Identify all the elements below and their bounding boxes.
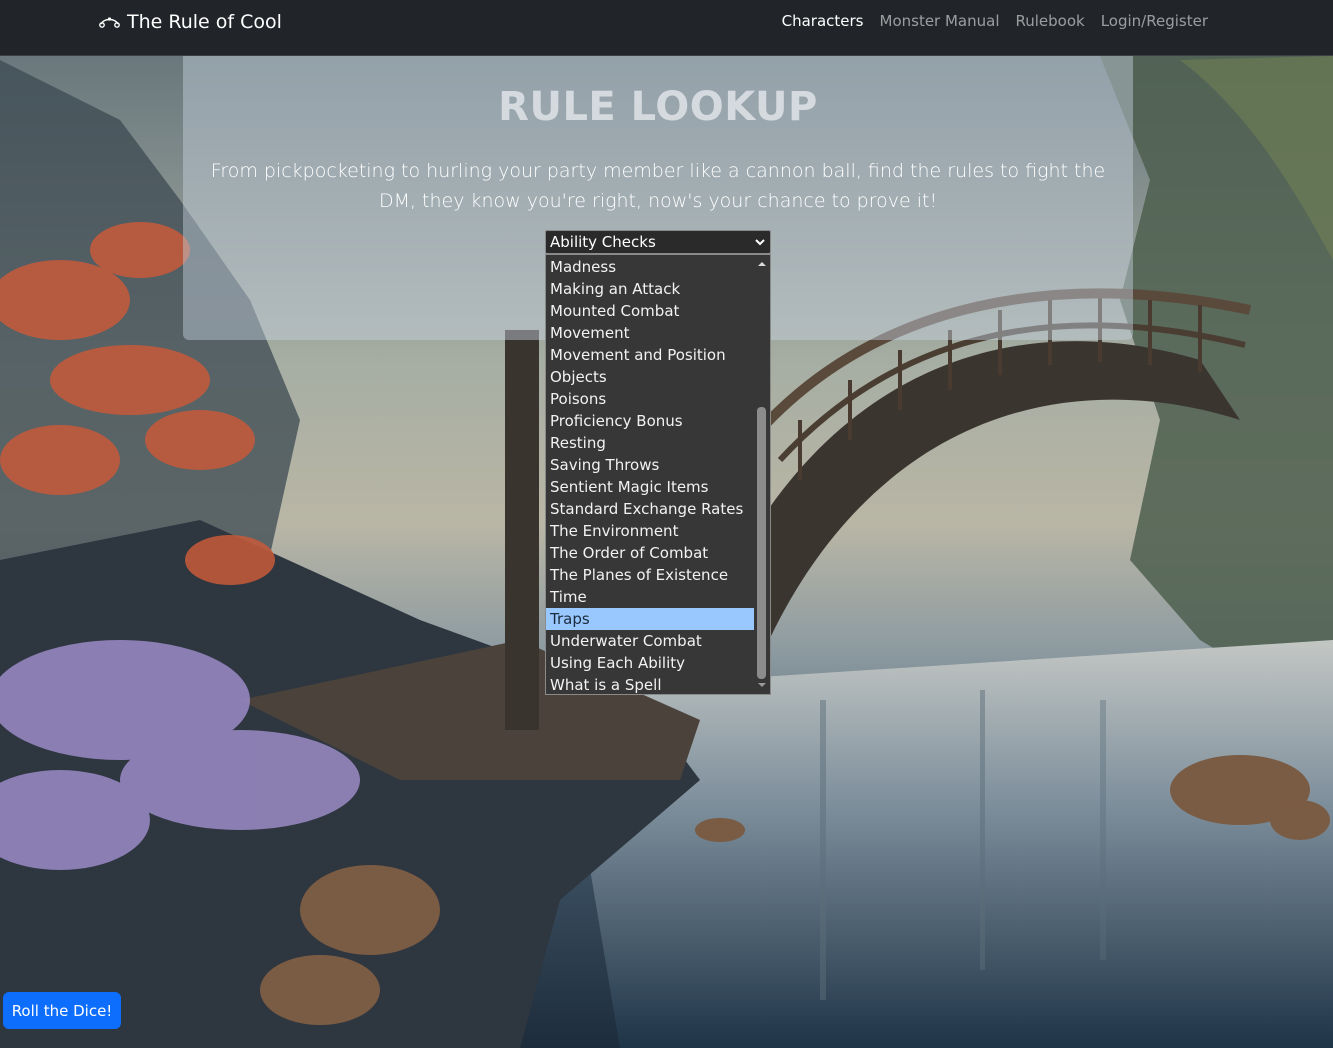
option-making-an-attack[interactable]: Making an Attack [546,278,755,300]
option-the-planes-of-existence[interactable]: The Planes of Existence [546,564,755,586]
option-using-each-ability[interactable]: Using Each Ability [546,652,755,674]
option-madness[interactable]: Madness [546,256,755,278]
dropdown-scrollbar[interactable] [754,255,770,694]
page-subtitle: From pickpocketing to hurling your party… [210,160,1106,212]
rule-options-list[interactable]: Madness Making an Attack Mounted Combat … [545,254,771,695]
option-resting[interactable]: Resting [546,432,755,454]
scrollbar-thumb[interactable] [757,407,766,679]
option-the-order-of-combat[interactable]: The Order of Combat [546,542,755,564]
option-what-is-a-spell[interactable]: What is a Spell [546,674,755,694]
option-sentient-magic-items[interactable]: Sentient Magic Items [546,476,755,498]
option-movement-and-position[interactable]: Movement and Position [546,344,755,366]
chevron-down-icon [755,239,765,246]
option-time[interactable]: Time [546,586,755,608]
rule-options: Madness Making an Attack Mounted Combat … [546,256,755,694]
scroll-up-arrow-icon[interactable] [758,260,766,268]
option-proficiency-bonus[interactable]: Proficiency Bonus [546,410,755,432]
brand-title: The Rule of Cool [127,11,282,33]
option-mounted-combat[interactable]: Mounted Combat [546,300,755,322]
roll-the-dice-button[interactable]: Roll the Dice! [3,992,121,1029]
page-title: RULE LOOKUP [498,84,818,130]
nav-login-register[interactable]: Login/Register [1101,10,1208,32]
option-saving-throws[interactable]: Saving Throws [546,454,755,476]
option-objects[interactable]: Objects [546,366,755,388]
scroll-down-arrow-icon[interactable] [758,681,766,689]
dice-arc-icon [99,17,120,28]
option-standard-exchange-rates[interactable]: Standard Exchange Rates [546,498,755,520]
option-underwater-combat[interactable]: Underwater Combat [546,630,755,652]
option-movement[interactable]: Movement [546,322,755,344]
nav-characters[interactable]: Characters [782,10,864,32]
top-navbar: The Rule of Cool Characters Monster Manu… [0,0,1333,56]
option-the-environment[interactable]: The Environment [546,520,755,542]
nav-links: Characters Monster Manual Rulebook Login… [782,10,1208,32]
nav-monster-manual[interactable]: Monster Manual [880,10,1000,32]
option-traps[interactable]: Traps [546,608,755,630]
option-poisons[interactable]: Poisons [546,388,755,410]
nav-rulebook[interactable]: Rulebook [1016,10,1085,32]
rule-select[interactable]: Ability Checks [545,230,771,254]
rule-select-value: Ability Checks [550,233,656,251]
brand-link[interactable]: The Rule of Cool [99,9,282,35]
